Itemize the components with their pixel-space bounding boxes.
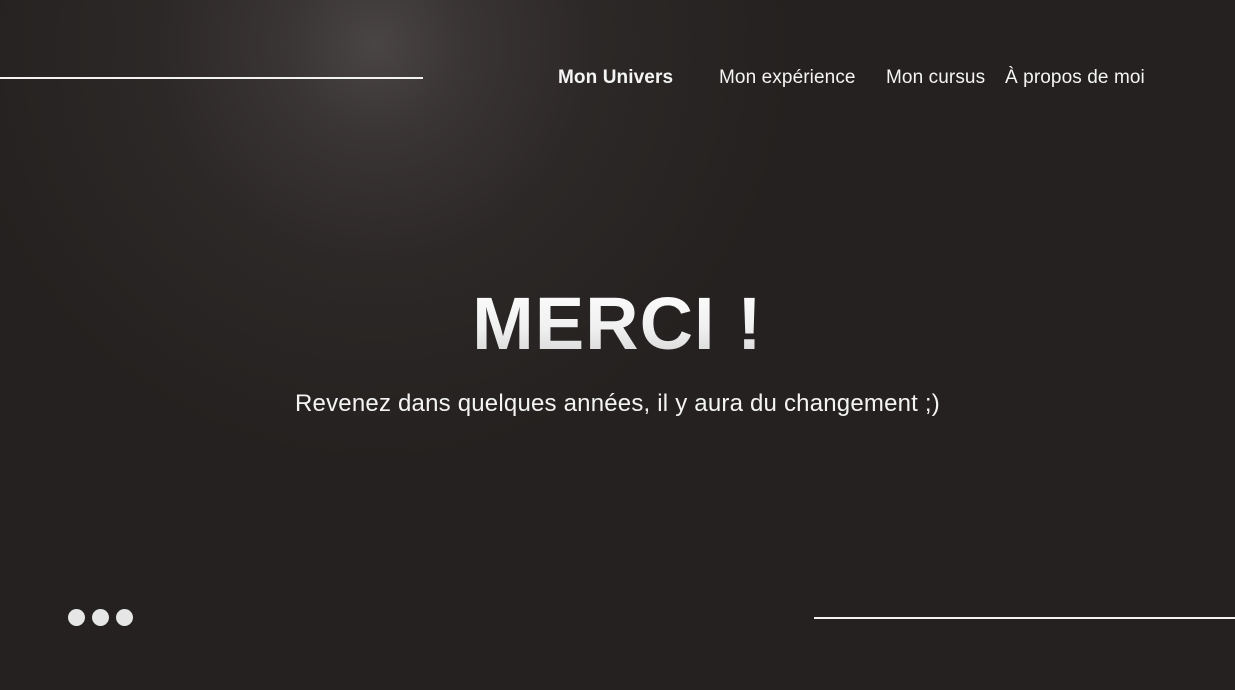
hero-subtitle: Revenez dans quelques années, il y aura … xyxy=(295,390,940,417)
dot-1 xyxy=(68,609,85,626)
nav-item-a-propos[interactable]: À propos de moi xyxy=(1005,66,1145,90)
hero-title: MERCI ! xyxy=(0,281,1235,367)
dot-3 xyxy=(116,609,133,626)
decorative-line-bottom xyxy=(814,617,1235,619)
more-dots-icon xyxy=(68,609,133,626)
dot-2 xyxy=(92,609,109,626)
nav-item-mon-experience[interactable]: Mon expérience xyxy=(719,66,856,90)
nav-item-mon-cursus[interactable]: Mon cursus xyxy=(886,66,985,90)
nav-item-mon-univers[interactable]: Mon Univers xyxy=(558,66,673,90)
main-navigation: Mon Univers Mon expérience Mon cursus À … xyxy=(0,66,1235,90)
